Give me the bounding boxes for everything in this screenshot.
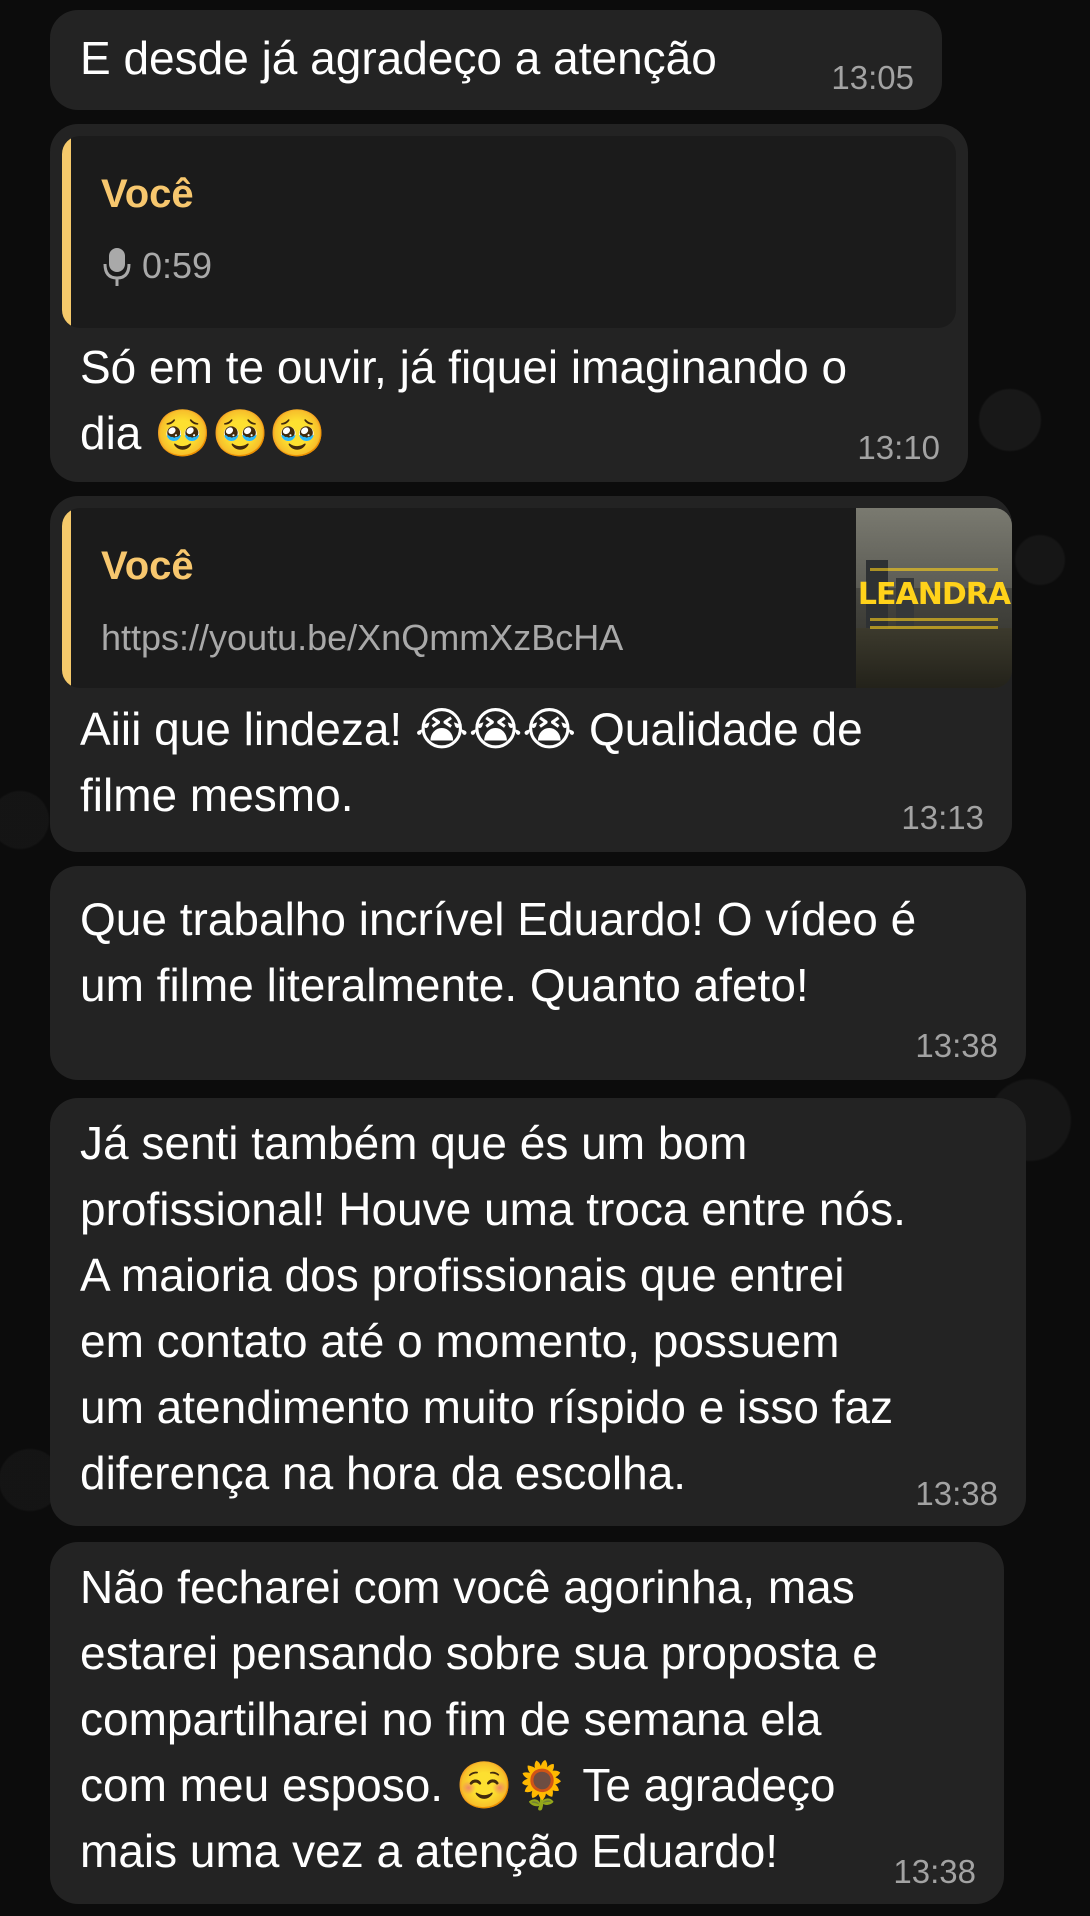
reply-accent-bar (62, 136, 71, 328)
mic-icon (103, 248, 131, 286)
message-bubble[interactable]: Você 0:59 Só em te ouvir, já fiquei imag… (50, 124, 968, 482)
reply-link: https://youtu.be/XnQmmXzBcHA (101, 617, 624, 658)
message-time: 13:38 (893, 1853, 976, 1890)
message-text: Que trabalho incrível Eduardo! O vídeo é… (80, 893, 917, 1011)
quoted-voice-message[interactable]: Você 0:59 (62, 136, 956, 328)
message-bubble[interactable]: E desde já agradeço a atenção 13:05 (50, 10, 942, 110)
message-text: E desde já agradeço a atenção (80, 32, 717, 84)
message-time: 13:05 (831, 59, 914, 96)
message-bubble[interactable]: Já senti também que és um bom profission… (50, 1098, 1026, 1526)
message-text: Já senti também que és um bom profission… (80, 1117, 906, 1499)
video-thumbnail: LEANDRA (856, 508, 1012, 688)
message-text: Aiii que lindeza! 😭😭😭 Qualidade de filme… (80, 703, 863, 821)
message-time: 13:38 (915, 1027, 998, 1064)
message-bubble[interactable]: Você https://youtu.be/XnQmmXzBcHA LEANDR… (50, 496, 1012, 852)
thumbnail-title: LEANDRA (857, 577, 1011, 612)
reply-author: Você (101, 172, 194, 216)
message-text: Não fecharei com você agorinha, mas esta… (80, 1561, 878, 1877)
message-bubble[interactable]: Que trabalho incrível Eduardo! O vídeo é… (50, 866, 1026, 1080)
message-bubble[interactable]: Não fecharei com você agorinha, mas esta… (50, 1542, 1004, 1904)
message-time: 13:10 (857, 429, 940, 466)
reply-author: Você (101, 544, 194, 588)
message-text: Só em te ouvir, já fiquei imaginando o d… (80, 341, 848, 459)
quoted-link-message[interactable]: Você https://youtu.be/XnQmmXzBcHA LEANDR… (62, 508, 1012, 688)
message-time: 13:13 (901, 799, 984, 836)
reply-accent-bar (62, 508, 71, 688)
voice-duration: 0:59 (142, 245, 213, 286)
message-time: 13:38 (915, 1475, 998, 1512)
